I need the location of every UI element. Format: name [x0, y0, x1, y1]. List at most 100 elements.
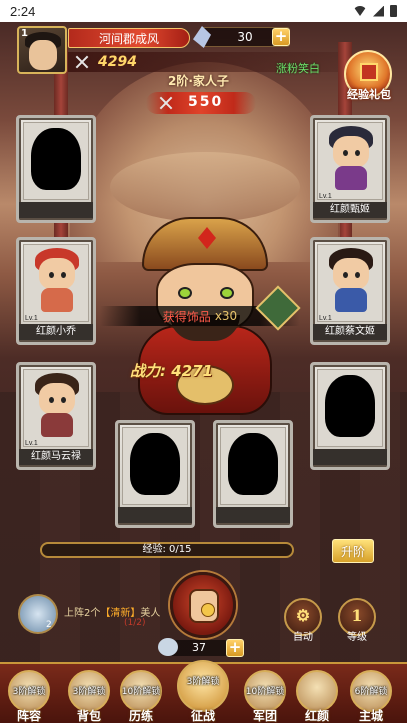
hero-name: 红颜小乔 [19, 324, 93, 340]
hero-slot-left-3[interactable]: Lv.1 红颜马云禄 [16, 362, 96, 470]
hero-slot-right-3[interactable] [310, 362, 390, 470]
nav-label: 历练 [128, 709, 153, 723]
hero-eye [61, 272, 66, 278]
hero-eye [343, 272, 348, 278]
nav-lineup[interactable]: 3阶解锁 阵容 [6, 668, 52, 723]
nav-legion[interactable]: 10阶解锁 军团 [242, 668, 288, 723]
hero-slot-left-2[interactable]: Lv.1 红颜小乔 [16, 237, 96, 345]
summon-button[interactable] [170, 572, 236, 638]
crossed-swords-icon [158, 96, 174, 110]
nav-lock-text: 10阶解锁 [245, 687, 285, 697]
nav-campaign[interactable]: 3阶解锁 征战 [175, 658, 231, 723]
gem-value: 30 [237, 30, 253, 44]
hero-name [118, 507, 192, 523]
nav-main-city[interactable]: 6阶解锁 主城 [348, 668, 394, 723]
crossed-swords-icon [74, 55, 90, 69]
hero-head [39, 258, 75, 290]
hero-portrait [325, 248, 377, 312]
quest-text-prefix: 上阵2个 [64, 608, 101, 619]
nav-lock-text: 3阶解锁 [12, 687, 46, 697]
nav-lock-text: 10阶解锁 [121, 687, 161, 697]
locked-hero-silhouette [31, 128, 81, 190]
hero-slot-right-1[interactable]: Lv.1 红颜甄姬 [310, 115, 390, 223]
hero-portrait [325, 126, 377, 190]
battery-icon [390, 5, 397, 17]
hero-slot-left-1[interactable] [16, 115, 96, 223]
hero-level: Lv.1 [319, 193, 332, 200]
player-power: 4294 [98, 54, 137, 70]
hero-portrait [31, 248, 83, 312]
hero-eye [178, 287, 192, 299]
hero-eye [343, 150, 348, 156]
gold-coin-icon [201, 603, 215, 617]
player-name: 河间郡成风 [68, 28, 190, 48]
quest-progress: (1/2) [124, 618, 146, 628]
gift-pack-label: 经验礼包 [347, 88, 391, 101]
locked-hero-silhouette [325, 375, 375, 437]
coin-value: 37 [192, 641, 206, 654]
gift-icon [360, 63, 378, 81]
hero-slot-right-2[interactable]: Lv.1 红颜蔡文姬 [310, 237, 390, 345]
nav-label: 主城 [358, 709, 383, 723]
hero-eye [49, 272, 54, 278]
drop-count: x30 [214, 309, 238, 323]
nav-beauties[interactable]: 红颜 [294, 668, 340, 723]
hero-level: Lv.1 [25, 315, 38, 322]
hero-eye [355, 150, 360, 156]
status-icons [353, 5, 397, 17]
nav-label: 军团 [252, 709, 277, 723]
hero-name: 红颜甄姬 [313, 202, 387, 218]
status-bar: 2:24 [0, 0, 407, 22]
rank-title: 2阶·家人子 [168, 74, 229, 88]
nav-label: 红颜 [304, 709, 329, 723]
hero-name [19, 202, 93, 218]
auto-label: 自动 [293, 632, 313, 643]
sub-tag: 涨粉笑白 [276, 62, 320, 75]
hero-body [335, 288, 367, 312]
hero-level: Lv.1 [25, 440, 38, 447]
rank-power-banner: 550 [146, 92, 256, 114]
advance-rank-button[interactable]: 升阶 [332, 539, 374, 563]
coin-icon [158, 638, 178, 656]
hero-name: 红颜马云禄 [19, 449, 93, 465]
nav-lock-text: 3阶解锁 [186, 677, 220, 687]
status-time: 2:24 [10, 3, 36, 19]
hero-name: 红颜蔡文姬 [313, 324, 387, 340]
quest-icon [18, 594, 58, 634]
exp-label: 经验: 0/15 [142, 544, 192, 555]
wifi-icon [353, 6, 367, 16]
hero-portrait [31, 373, 83, 437]
quest-number: 2 [46, 620, 52, 630]
hero-body [335, 166, 367, 190]
nav-label: 背包 [76, 709, 101, 723]
locked-hero-silhouette [228, 433, 278, 495]
rank-power: 550 [188, 94, 224, 110]
palace-stage [110, 152, 300, 222]
hero-slot-bottom-1[interactable] [115, 420, 195, 528]
level-number-icon: 1 [351, 606, 363, 625]
hero-power: 战力: 4271 [130, 362, 213, 380]
add-coins-button[interactable]: + [226, 639, 244, 657]
nav-lock-text: 6阶解锁 [354, 687, 388, 697]
hero-body [41, 288, 73, 312]
add-gems-button[interactable]: + [272, 28, 290, 46]
locked-hero-silhouette [130, 433, 180, 495]
gear-icon: ⚙ [295, 606, 311, 625]
player-avatar[interactable]: 1 [17, 26, 67, 74]
hero-eye [61, 397, 66, 403]
hero-eye [355, 272, 360, 278]
hero-level: Lv.1 [319, 315, 332, 322]
hero-head [333, 258, 369, 290]
nav-label: 阵容 [16, 709, 41, 723]
player-level: 1 [21, 28, 28, 39]
hero-body [41, 413, 73, 437]
crown-gem [198, 227, 216, 249]
drop-text: 获得饰品 [162, 309, 211, 324]
hero-eye [220, 287, 234, 299]
signal-icon [373, 5, 384, 17]
hero-slot-bottom-2[interactable] [213, 420, 293, 528]
nav-bag[interactable]: 3阶解锁 背包 [66, 668, 112, 723]
hero-head [39, 383, 75, 415]
hero-name [216, 507, 290, 523]
nav-training[interactable]: 10阶解锁 历练 [118, 668, 164, 723]
